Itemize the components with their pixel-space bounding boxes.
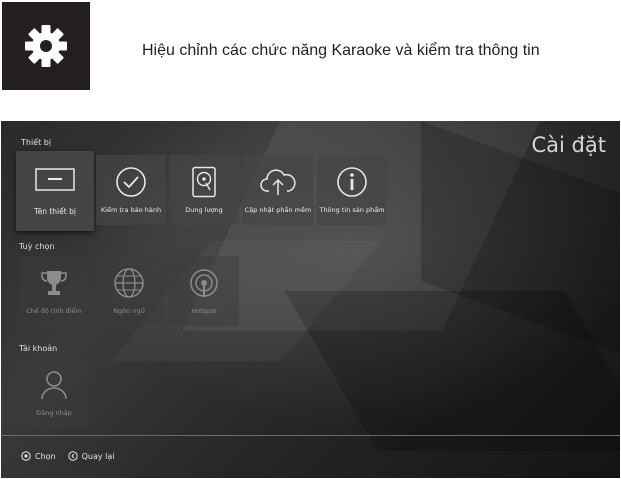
tile-scoring-mode[interactable]: Chế độ tính điểm bbox=[19, 256, 89, 326]
user-icon bbox=[41, 371, 67, 400]
globe-icon bbox=[114, 268, 144, 298]
section-label-options: Tuỳ chọn bbox=[19, 242, 55, 251]
footer-hints: Chọn Quay lại bbox=[21, 451, 127, 461]
hotspot-icon bbox=[190, 269, 218, 297]
tile-login[interactable]: Đăng nhập bbox=[19, 358, 89, 428]
info-icon bbox=[337, 167, 367, 197]
section-label-device: Thiết bị bbox=[21, 138, 52, 147]
tile-software-update[interactable]: Cập nhật phần mềm bbox=[243, 155, 313, 225]
ok-button-icon bbox=[21, 451, 31, 461]
background-shape bbox=[284, 291, 620, 451]
footer-divider bbox=[1, 435, 620, 436]
trophy-icon bbox=[41, 271, 67, 295]
check-circle-icon bbox=[116, 167, 146, 197]
tile-label: Ngôn ngữ bbox=[113, 307, 145, 315]
settings-screen: Cài đặt Thiết bị Tên thiết bị Kiểm tra b… bbox=[1, 121, 620, 478]
back-hint[interactable]: Quay lại bbox=[67, 451, 115, 461]
tile-label: Thông tin sản phẩm bbox=[319, 206, 385, 214]
tile-warranty-check[interactable]: Kiểm tra bảo hành bbox=[96, 155, 166, 225]
tile-label: Hotspot bbox=[191, 307, 217, 315]
tile-product-info[interactable]: Thông tin sản phẩm bbox=[317, 155, 387, 225]
tile-label: Kiểm tra bảo hành bbox=[100, 206, 162, 214]
select-hint[interactable]: Chọn bbox=[21, 451, 56, 461]
settings-header-icon-box bbox=[2, 2, 90, 90]
tv-icon bbox=[35, 168, 75, 191]
select-hint-label: Chọn bbox=[35, 451, 56, 461]
tile-label: Dung lượng bbox=[185, 206, 223, 214]
tile-label: Chế độ tính điểm bbox=[26, 307, 82, 315]
tile-language[interactable]: Ngôn ngữ bbox=[94, 256, 164, 326]
tile-label: Tên thiết bị bbox=[34, 207, 76, 216]
gear-icon bbox=[25, 25, 67, 67]
section-label-account: Tài khoản bbox=[19, 344, 58, 353]
tile-label: Đăng nhập bbox=[36, 409, 72, 417]
hard-drive-icon bbox=[192, 166, 216, 198]
tile-hotspot[interactable]: Hotspot bbox=[169, 256, 239, 326]
tile-device-name[interactable]: Tên thiết bị bbox=[16, 151, 94, 231]
tile-label: Cập nhật phần mềm bbox=[244, 206, 312, 214]
page-title: Cài đặt bbox=[531, 133, 606, 157]
cloud-upload-icon bbox=[260, 169, 296, 195]
back-icon bbox=[67, 451, 78, 461]
tile-storage[interactable]: Dung lượng bbox=[169, 155, 239, 225]
back-hint-label: Quay lại bbox=[81, 451, 115, 461]
header-description: Hiệu chỉnh các chức năng Karaoke và kiểm… bbox=[142, 42, 540, 59]
